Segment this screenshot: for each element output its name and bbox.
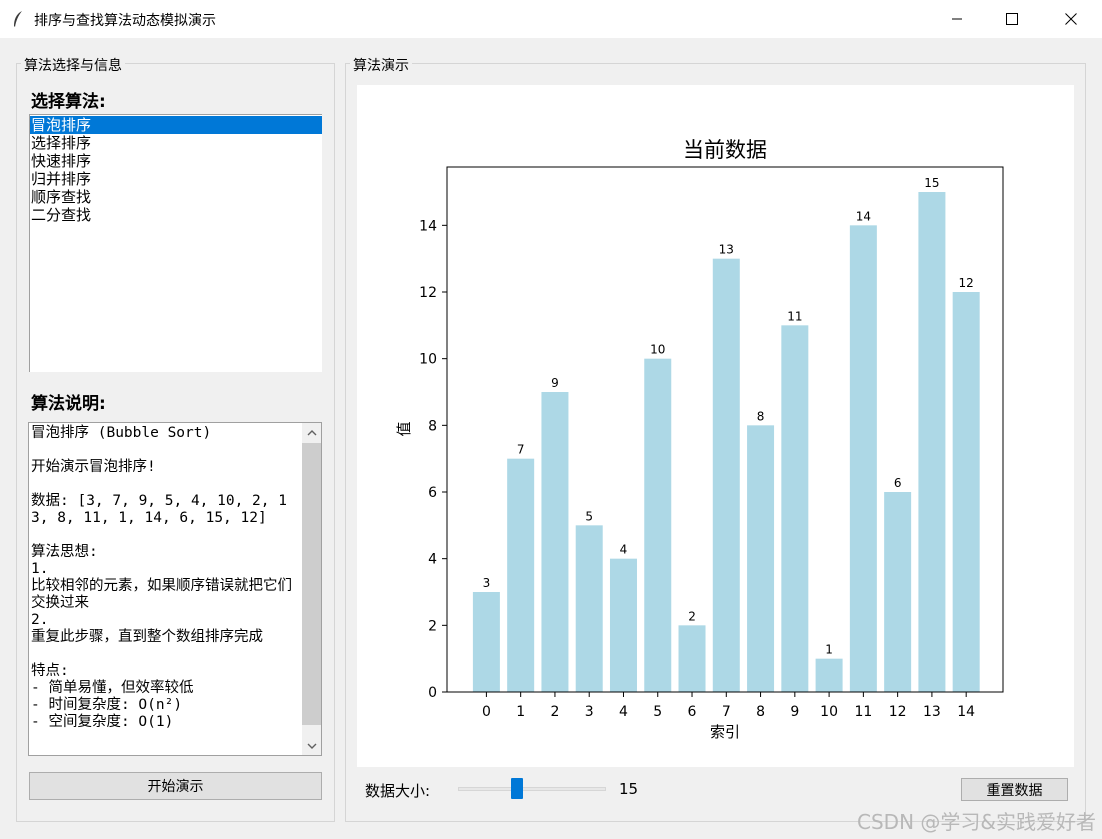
y-tick-label: 12 <box>419 285 437 301</box>
scroll-thumb[interactable] <box>302 443 321 725</box>
start-demo-button[interactable]: 开始演示 <box>29 772 322 800</box>
x-tick-label: 1 <box>516 704 525 720</box>
x-tick-label: 13 <box>923 704 941 720</box>
bar-value-label: 5 <box>585 509 593 523</box>
bar-value-label: 1 <box>825 643 833 657</box>
reset-data-button[interactable]: 重置数据 <box>961 778 1068 801</box>
chevron-up-icon <box>307 429 316 435</box>
bar <box>918 192 946 692</box>
title-bar: 排序与查找算法动态模拟演示 <box>0 0 1102 38</box>
bar <box>507 458 535 692</box>
bar <box>849 225 877 693</box>
chart-title: 当前数据 <box>683 138 767 162</box>
scroll-down-button[interactable] <box>302 736 321 755</box>
bar-value-label: 8 <box>757 409 765 423</box>
watermark: CSDN @学习&实践爱好者 <box>857 810 1096 834</box>
algorithm-listbox[interactable]: 冒泡排序 选择排序 快速排序 归并排序 顺序查找 二分查找 <box>29 114 322 372</box>
bar-value-label: 14 <box>856 209 871 223</box>
x-tick-label: 5 <box>653 704 662 720</box>
close-button[interactable] <box>1042 0 1100 38</box>
bar-value-label: 11 <box>787 309 802 323</box>
bar-value-label: 15 <box>924 176 939 190</box>
bar <box>575 525 603 692</box>
y-tick-label: 2 <box>428 618 437 634</box>
feather-icon <box>14 11 22 27</box>
chart-canvas: 当前数据 3 7 9 5 4 10 2 13 8 11 1 14 6 15 12 0 2 4 6 8 10 12 14 0… <box>357 85 1074 767</box>
bar <box>644 358 672 692</box>
x-tick-label: 2 <box>550 704 559 720</box>
bar <box>472 592 500 692</box>
select-heading: 选择算法: <box>31 92 106 112</box>
y-axis-label: 值 <box>395 421 413 436</box>
bar <box>952 292 980 692</box>
minimize-button[interactable] <box>928 0 986 38</box>
x-tick-label: 0 <box>482 704 491 720</box>
window-title: 排序与查找算法动态模拟演示 <box>34 13 216 29</box>
maximize-icon <box>1006 13 1018 25</box>
x-tick-label: 4 <box>619 704 628 720</box>
bar-value-label: 2 <box>688 609 696 623</box>
bar-value-label: 6 <box>894 476 902 490</box>
y-tick-label: 4 <box>428 552 437 568</box>
algorithm-list-item[interactable]: 快速排序 <box>30 152 322 170</box>
minimize-icon <box>952 18 962 20</box>
info-textbox[interactable]: 冒泡排序 (Bubble Sort) 开始演示冒泡排序! 数据: [3, 7, … <box>28 422 322 756</box>
bar-value-label: 10 <box>650 343 665 357</box>
maximize-button[interactable] <box>983 0 1041 38</box>
x-tick-label: 8 <box>756 704 765 720</box>
bar <box>712 258 740 692</box>
close-icon <box>1065 13 1077 25</box>
algorithm-list-item[interactable]: 顺序查找 <box>30 188 322 206</box>
data-size-value: 15 <box>619 780 639 798</box>
data-size-slider-track[interactable] <box>458 787 606 791</box>
algorithm-list-item[interactable]: 归并排序 <box>30 170 322 188</box>
info-text: 冒泡排序 (Bubble Sort) 开始演示冒泡排序! 数据: [3, 7, … <box>31 425 292 730</box>
bar <box>678 625 706 692</box>
info-scrollbar[interactable] <box>302 423 321 755</box>
bar <box>815 658 843 692</box>
algorithm-group-title: 算法选择与信息 <box>21 55 125 75</box>
y-tick-label: 6 <box>428 485 437 501</box>
bar <box>541 392 569 692</box>
x-tick-label: 7 <box>722 704 731 720</box>
bar-value-label: 12 <box>959 276 974 290</box>
x-tick-label: 12 <box>889 704 907 720</box>
info-heading: 算法说明: <box>31 394 106 414</box>
y-tick-label: 8 <box>428 418 437 434</box>
x-tick-label: 10 <box>820 704 838 720</box>
bar-value-label: 9 <box>551 376 559 390</box>
bar <box>781 325 809 692</box>
data-size-slider-thumb[interactable] <box>511 778 523 799</box>
x-tick-label: 11 <box>854 704 872 720</box>
x-tick-label: 14 <box>957 704 975 720</box>
chevron-down-icon <box>307 743 316 749</box>
x-tick-label: 6 <box>688 704 697 720</box>
x-axis-label: 索引 <box>710 723 740 741</box>
bar <box>884 492 912 692</box>
data-size-label: 数据大小: <box>365 782 431 800</box>
y-tick-label: 0 <box>428 685 437 701</box>
bar-value-label: 4 <box>620 543 628 557</box>
bar-value-label: 3 <box>483 576 491 590</box>
bar-chart: 当前数据 379541021381111461512 02468101214 0… <box>395 138 1004 741</box>
algorithm-list-item[interactable]: 二分查找 <box>30 206 322 224</box>
y-tick-label: 14 <box>419 218 437 234</box>
x-tick-label: 3 <box>585 704 594 720</box>
algorithm-list-item[interactable]: 选择排序 <box>30 134 322 152</box>
bar <box>609 558 637 692</box>
x-tick-label: 9 <box>790 704 799 720</box>
bar <box>747 425 775 692</box>
demo-group-title: 算法演示 <box>350 55 412 75</box>
algorithm-list-item[interactable]: 冒泡排序 <box>30 116 322 134</box>
scroll-up-button[interactable] <box>302 423 321 442</box>
y-tick-label: 10 <box>419 352 437 368</box>
bar-value-label: 13 <box>719 243 734 257</box>
bar-value-label: 7 <box>517 443 525 457</box>
